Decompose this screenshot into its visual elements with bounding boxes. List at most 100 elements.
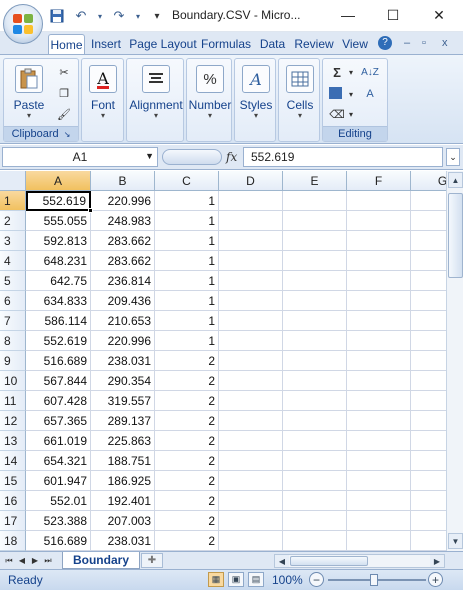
grid-cell[interactable] — [411, 231, 446, 251]
undo-icon[interactable]: ↶ — [72, 7, 90, 25]
grid-cell[interactable]: 283.662 — [91, 231, 155, 251]
grid-cell[interactable] — [283, 311, 347, 331]
grid-cell[interactable] — [219, 411, 283, 431]
grid-cell[interactable] — [411, 451, 446, 471]
grid-cell[interactable] — [219, 211, 283, 231]
tab-data[interactable]: Data — [256, 34, 289, 54]
grid-cell[interactable]: 2 — [155, 531, 219, 551]
grid-cell[interactable] — [283, 391, 347, 411]
grid-cell[interactable] — [411, 471, 446, 491]
grid-cell[interactable] — [411, 411, 446, 431]
page-break-view-icon[interactable]: ▤ — [248, 572, 264, 587]
grid-cell[interactable]: 1 — [155, 311, 219, 331]
grid-cell[interactable] — [283, 331, 347, 351]
zoom-level[interactable]: 100% — [272, 573, 303, 587]
grid-cell[interactable]: 188.751 — [91, 451, 155, 471]
sheet-tab-boundary[interactable]: Boundary — [62, 552, 140, 569]
grid-cell[interactable]: 2 — [155, 411, 219, 431]
grid-cell[interactable]: 319.557 — [91, 391, 155, 411]
name-box-dropdown-icon[interactable]: ▼ — [145, 151, 154, 161]
row-header[interactable]: 3 — [0, 231, 26, 251]
grid-cell[interactable] — [283, 371, 347, 391]
cells-dropdown-icon[interactable]: ▾ — [298, 112, 302, 120]
row-header[interactable]: 4 — [0, 251, 26, 271]
grid-cell[interactable] — [411, 351, 446, 371]
grid-cell[interactable] — [283, 491, 347, 511]
tab-formulas[interactable]: Formulas — [199, 34, 253, 54]
grid-cell[interactable] — [347, 371, 411, 391]
insert-sheet-icon[interactable]: ✚ — [141, 553, 163, 568]
grid-cell[interactable]: 248.983 — [91, 211, 155, 231]
customize-qat-icon[interactable]: ▾ — [148, 7, 166, 25]
row-header[interactable]: 11 — [0, 391, 26, 411]
first-sheet-icon[interactable]: ⏮ — [4, 554, 14, 567]
alignment-dropdown-icon[interactable]: ▾ — [154, 112, 158, 120]
row-header[interactable]: 15 — [0, 471, 26, 491]
row-header[interactable]: 6 — [0, 291, 26, 311]
row-header[interactable]: 7 — [0, 311, 26, 331]
grid-cell[interactable]: 552.619 — [26, 331, 91, 351]
row-header[interactable]: 9 — [0, 351, 26, 371]
grid-cell[interactable]: 1 — [155, 251, 219, 271]
paste-button[interactable]: Paste ▾ — [6, 63, 52, 125]
office-button[interactable] — [3, 4, 43, 44]
grid-cell[interactable]: 661.019 — [26, 431, 91, 451]
grid-cell[interactable]: 516.689 — [26, 531, 91, 551]
column-header[interactable]: F — [347, 171, 411, 191]
grid-cell[interactable]: 2 — [155, 351, 219, 371]
grid-cell[interactable] — [219, 291, 283, 311]
grid-cell[interactable]: 2 — [155, 371, 219, 391]
grid-cell[interactable] — [411, 431, 446, 451]
format-painter-icon[interactable]: 🖌 — [56, 107, 72, 121]
column-header[interactable]: D — [219, 171, 283, 191]
grid-cell[interactable] — [219, 311, 283, 331]
row-header[interactable]: 17 — [0, 511, 26, 531]
fill-dropdown-icon[interactable]: ▾ — [343, 87, 359, 101]
ribbon-close-icon[interactable]: x — [442, 37, 448, 49]
grid-cell[interactable] — [219, 391, 283, 411]
grid-cell[interactable] — [219, 251, 283, 271]
tab-home[interactable]: Home — [48, 34, 85, 55]
grid-cell[interactable] — [219, 191, 283, 211]
grid-cell[interactable]: 289.137 — [91, 411, 155, 431]
scroll-right-icon[interactable]: ▶ — [430, 555, 444, 567]
scroll-left-icon[interactable]: ◀ — [275, 555, 289, 567]
grid-cell[interactable]: 586.114 — [26, 311, 91, 331]
prev-sheet-icon[interactable]: ◀ — [17, 554, 27, 567]
redo-icon[interactable]: ↷ — [110, 7, 128, 25]
zoom-slider-thumb[interactable] — [370, 574, 378, 586]
row-header[interactable]: 16 — [0, 491, 26, 511]
grid-cell[interactable] — [283, 511, 347, 531]
grid-cell[interactable] — [347, 311, 411, 331]
grid-cell[interactable] — [411, 291, 446, 311]
grid-cell[interactable] — [283, 411, 347, 431]
formula-expand-icon[interactable]: ⌄ — [446, 148, 460, 166]
grid-cell[interactable] — [411, 531, 446, 551]
zoom-out-button[interactable]: − — [309, 572, 324, 587]
grid-cell[interactable]: 657.365 — [26, 411, 91, 431]
grid-cell[interactable] — [347, 391, 411, 411]
grid-cell[interactable] — [411, 271, 446, 291]
tab-review[interactable]: Review — [292, 34, 336, 54]
grid-cell[interactable] — [219, 431, 283, 451]
column-header[interactable]: G — [411, 171, 446, 191]
next-sheet-icon[interactable]: ▶ — [30, 554, 40, 567]
column-header[interactable]: C — [155, 171, 219, 191]
grid-cell[interactable] — [347, 231, 411, 251]
row-header[interactable]: 10 — [0, 371, 26, 391]
grid-cell[interactable]: 592.813 — [26, 231, 91, 251]
grid-cell[interactable] — [411, 511, 446, 531]
grid-cell[interactable]: 1 — [155, 331, 219, 351]
normal-view-icon[interactable]: ▦ — [208, 572, 224, 587]
formula-input[interactable]: 552.619 — [243, 147, 443, 167]
grid-cell[interactable]: 236.814 — [91, 271, 155, 291]
row-header[interactable]: 5 — [0, 271, 26, 291]
save-icon[interactable] — [48, 7, 66, 25]
font-button[interactable]: A Font ▾ — [80, 63, 126, 125]
grid-cell[interactable]: 209.436 — [91, 291, 155, 311]
grid-cell[interactable] — [283, 531, 347, 551]
sort-filter-icon[interactable]: A↓Z — [359, 65, 381, 79]
grid-cell[interactable] — [347, 531, 411, 551]
ribbon-minimize-icon[interactable]: – — [404, 37, 410, 49]
grid-cell[interactable] — [283, 271, 347, 291]
